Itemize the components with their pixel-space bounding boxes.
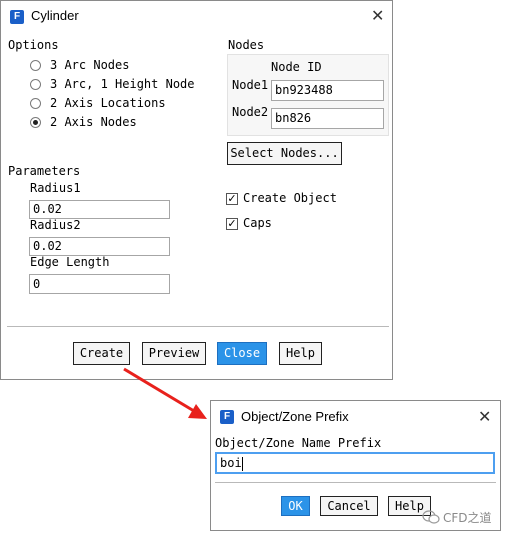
ok-button[interactable]: OK <box>281 496 310 516</box>
arrow-head <box>188 404 207 419</box>
text-caret <box>241 456 243 471</box>
prefix-name-input[interactable]: boi <box>215 452 495 474</box>
app-f-icon: F <box>220 410 234 424</box>
divider <box>215 482 496 483</box>
cancel-button[interactable]: Cancel <box>320 496 378 516</box>
prefix-field-label: Object/Zone Name Prefix <box>215 436 382 450</box>
arrow-line <box>123 367 195 413</box>
prefix-dialog-title: Object/Zone Prefix <box>241 409 349 424</box>
prefix-name-value: boi <box>220 456 242 470</box>
watermark-text: CFD之道 <box>443 511 492 525</box>
watermark: CFD之道 <box>422 508 510 526</box>
close-icon[interactable]: ✕ <box>478 409 491 425</box>
wechat-icon <box>422 510 440 524</box>
